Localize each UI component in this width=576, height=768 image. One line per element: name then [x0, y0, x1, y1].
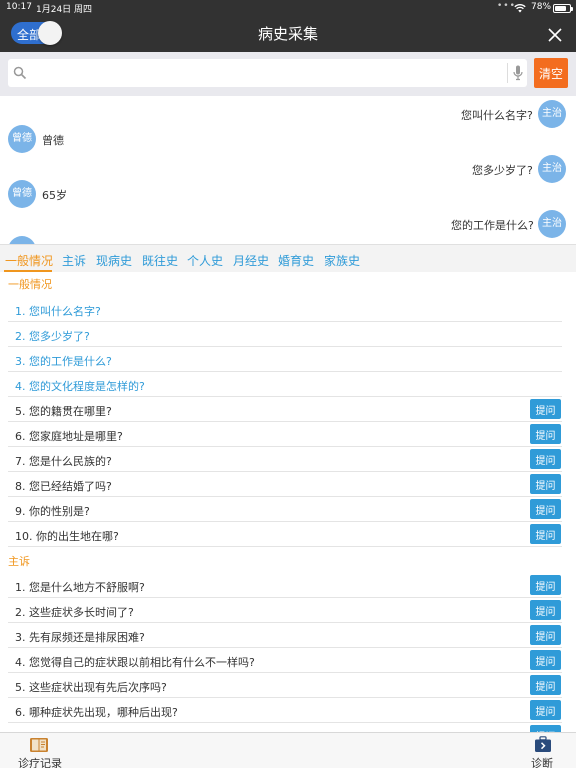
question-text: 8. 您已经结婚了吗?	[15, 480, 112, 493]
ask-button[interactable]: 提问	[530, 625, 561, 645]
ask-button[interactable]: 提问	[530, 675, 561, 695]
patient-message: 65岁	[42, 189, 67, 202]
question-text: 5. 这些症状出现有先后次序吗?	[15, 681, 167, 694]
battery-icon	[553, 4, 573, 13]
question-row[interactable]: 3. 您的工作是什么?	[8, 347, 562, 372]
ask-button[interactable]: 提问	[530, 399, 561, 419]
question-text: 2. 这些症状多长时间了?	[15, 606, 134, 619]
briefcase-arrow-icon	[535, 736, 551, 752]
question-row[interactable]: 4. 您觉得自己的症状跟以前相比有什么不一样吗? 提问	[8, 648, 562, 673]
section-title: 一般情况	[8, 278, 52, 291]
question-row[interactable]: 10. 你的出生地在哪? 提问	[8, 522, 562, 547]
question-row[interactable]: 9. 你的性别是? 提问	[8, 497, 562, 522]
question-text: 10. 你的出生地在哪?	[15, 530, 119, 543]
doctor-avatar: 主治	[538, 155, 566, 183]
doctor-message: 您多少岁了?	[472, 164, 533, 177]
status-time: 10:17	[6, 2, 32, 12]
tab-past-history[interactable]: 既往史	[142, 252, 178, 269]
microphone-icon[interactable]	[513, 65, 523, 81]
question-row[interactable]: 1. 您叫什么名字?	[8, 297, 562, 322]
tab-general[interactable]: 一般情况	[5, 252, 53, 269]
battery-percent: 78%	[531, 2, 552, 12]
search-area: 清空	[0, 52, 576, 96]
chat-transcript[interactable]: 您叫什么名字? 主治 曾德 曾德 您多少岁了? 主治 曾德 65岁 您的工作是什…	[0, 96, 576, 244]
diagnosis-button[interactable]: 诊断	[530, 733, 556, 768]
section-title: 主诉	[8, 555, 30, 568]
ask-button[interactable]: 提问	[530, 449, 561, 469]
status-date: 1月24日 周四	[36, 5, 93, 15]
patient-avatar: 曾德	[8, 180, 36, 208]
wifi-icon	[514, 4, 526, 13]
search-icon	[13, 66, 27, 80]
ask-button[interactable]: 提问	[530, 524, 561, 544]
status-bar: 10:17 1月24日 周四 ••• 78%	[0, 0, 576, 16]
question-row[interactable]: 1. 您是什么地方不舒服啊? 提问	[8, 573, 562, 598]
ask-button[interactable]: 提问	[530, 725, 561, 732]
question-row[interactable]: 提问	[8, 723, 562, 732]
search-box	[8, 59, 527, 87]
search-divider	[507, 63, 508, 83]
question-text: 6. 您家庭地址是哪里?	[15, 430, 123, 443]
patient-avatar: 曾德	[8, 125, 36, 153]
ask-button[interactable]: 提问	[530, 424, 561, 444]
question-row[interactable]: 2. 这些症状多长时间了? 提问	[8, 598, 562, 623]
question-row[interactable]: 5. 这些症状出现有先后次序吗? 提问	[8, 673, 562, 698]
question-text: 7. 您是什么民族的?	[15, 455, 112, 468]
question-row[interactable]: 8. 您已经结婚了吗? 提问	[8, 472, 562, 497]
question-text: 9. 你的性别是?	[15, 505, 90, 518]
top-bar: 10:17 1月24日 周四 ••• 78% 全部 病史采集	[0, 0, 576, 52]
question-text: 4. 您的文化程度是怎样的?	[15, 380, 145, 393]
doctor-message: 您的工作是什么?	[451, 219, 534, 232]
tab-marital-history[interactable]: 婚育史	[278, 252, 314, 269]
tab-chief-complaint[interactable]: 主诉	[62, 252, 86, 269]
question-list[interactable]: 一般情况 1. 您叫什么名字? 2. 您多少岁了? 3. 您的工作是什么? 4.…	[0, 272, 576, 732]
page-title: 病史采集	[257, 25, 318, 43]
question-text: 1. 您叫什么名字?	[15, 305, 101, 318]
doctor-avatar: 主治	[538, 100, 566, 128]
treatment-records-label: 诊疗记录	[18, 757, 62, 768]
question-text: 3. 先有尿频还是排尿困难?	[15, 631, 145, 644]
records-book-icon	[30, 738, 48, 752]
close-icon[interactable]	[546, 26, 564, 44]
bottom-bar: 诊疗记录 诊断	[0, 732, 576, 768]
question-row[interactable]: 3. 先有尿频还是排尿困难? 提问	[8, 623, 562, 648]
question-text: 5. 您的籍贯在哪里?	[15, 405, 112, 418]
question-row[interactable]: 6. 您家庭地址是哪里? 提问	[8, 422, 562, 447]
tab-personal-history[interactable]: 个人史	[187, 252, 223, 269]
question-row[interactable]: 5. 您的籍贯在哪里? 提问	[8, 397, 562, 422]
patient-message: 曾德	[42, 134, 64, 147]
doctor-avatar: 主治	[538, 210, 566, 238]
patient-avatar	[8, 236, 36, 244]
question-row[interactable]: 4. 您的文化程度是怎样的?	[8, 372, 562, 397]
category-tabs: 一般情况 主诉 现病史 既往史 个人史 月经史 婚育史 家族史	[0, 244, 576, 272]
ask-button[interactable]: 提问	[530, 600, 561, 620]
ask-button[interactable]: 提问	[530, 700, 561, 720]
clear-button[interactable]: 清空	[534, 58, 568, 88]
question-row[interactable]: 2. 您多少岁了?	[8, 322, 562, 347]
question-text: 2. 您多少岁了?	[15, 330, 90, 343]
question-text: 4. 您觉得自己的症状跟以前相比有什么不一样吗?	[15, 656, 255, 669]
tab-family-history[interactable]: 家族史	[324, 252, 360, 269]
question-text: 3. 您的工作是什么?	[15, 355, 112, 368]
diagnosis-label: 诊断	[531, 757, 553, 768]
ask-button[interactable]: 提问	[530, 575, 561, 595]
question-row[interactable]: 6. 哪种症状先出现，哪种后出现? 提问	[8, 698, 562, 723]
ask-button[interactable]: 提问	[530, 650, 561, 670]
search-input[interactable]	[32, 63, 482, 83]
treatment-records-button[interactable]: 诊疗记录	[18, 733, 62, 768]
question-text: 1. 您是什么地方不舒服啊?	[15, 581, 145, 594]
tab-present-illness[interactable]: 现病史	[96, 252, 132, 269]
question-text: 6. 哪种症状先出现，哪种后出现?	[15, 706, 178, 719]
tab-menstrual-history[interactable]: 月经史	[233, 252, 269, 269]
ask-button[interactable]: 提问	[530, 499, 561, 519]
battery-fill	[555, 6, 566, 11]
question-row[interactable]: 7. 您是什么民族的? 提问	[8, 447, 562, 472]
ask-button[interactable]: 提问	[530, 474, 561, 494]
doctor-message: 您叫什么名字?	[461, 109, 533, 122]
